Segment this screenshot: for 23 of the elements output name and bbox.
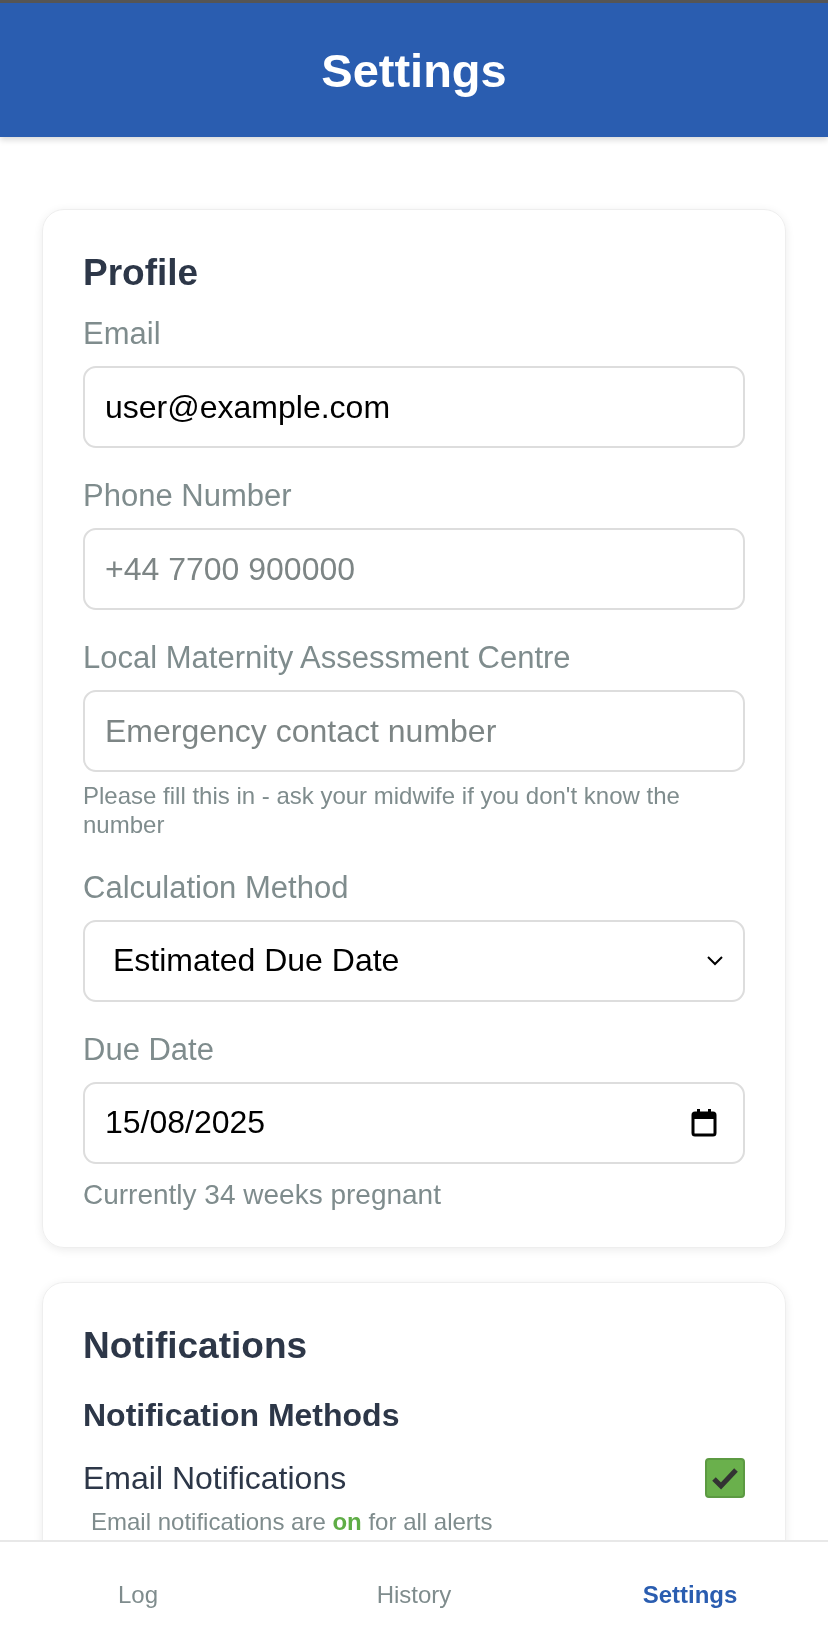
- field-label: Email: [83, 316, 162, 352]
- helper-text: Please fill this in - ask your midwife if you don't know the number: [83, 782, 681, 840]
- calendar-icon[interactable]: [691, 1108, 717, 1137]
- section-title: Notifications: [83, 1325, 309, 1368]
- dropdown-field[interactable]: Estimated Due Date: [83, 919, 745, 1002]
- setting-description: Email notifications are on for all alerts: [91, 1508, 494, 1537]
- subsection-title: Notification Methods: [83, 1397, 401, 1435]
- text-field[interactable]: Emergency contact number: [83, 690, 745, 772]
- chevron-down-icon: [707, 955, 723, 966]
- checkbox[interactable]: [705, 1458, 745, 1499]
- field-label: Phone Number: [83, 478, 293, 514]
- page-title: Settings: [321, 42, 507, 98]
- field-label: Local Maternity Assessment Centre: [83, 640, 572, 676]
- field-label: Due Date: [83, 1031, 215, 1068]
- checkmark-icon: [711, 1466, 739, 1491]
- helper-text: Currently 34 weeks pregnant: [83, 1177, 442, 1212]
- text-field[interactable]: user@example.com: [83, 366, 745, 448]
- date-field[interactable]: 15/08/2025: [83, 1081, 745, 1164]
- text-field[interactable]: +44 7700 900000: [83, 528, 745, 610]
- field-label: Calculation Method: [83, 869, 350, 906]
- section-title: Profile: [83, 252, 200, 294]
- setting-label: Email Notifications: [83, 1459, 347, 1497]
- nav-tab[interactable]: Settings: [552, 1542, 828, 1648]
